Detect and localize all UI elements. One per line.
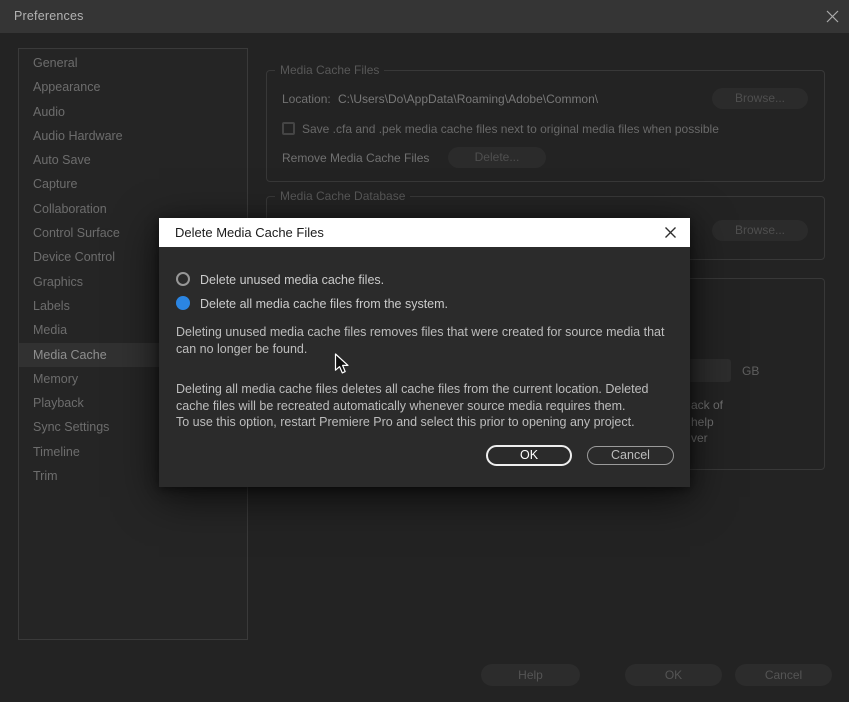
paragraph-line: cache files will be recreated automatica… — [176, 398, 648, 415]
sidebar-item-capture[interactable]: Capture — [19, 172, 247, 196]
delete-button[interactable]: Delete... — [448, 147, 546, 168]
paragraph-line: can no longer be found. — [176, 341, 664, 358]
dialog-paragraph-unused: Deleting unused media cache files remove… — [176, 324, 664, 357]
sidebar-item-appearance[interactable]: Appearance — [19, 75, 247, 99]
dialog-cancel-button[interactable]: Cancel — [587, 446, 674, 465]
dialog-title: Delete Media Cache Files — [175, 225, 324, 240]
sidebar-item-audio[interactable]: Audio — [19, 100, 247, 124]
window-close-icon[interactable] — [826, 10, 839, 23]
paragraph-line: Deleting all media cache files deletes a… — [176, 381, 648, 398]
dialog-titlebar: Delete Media Cache Files — [159, 218, 690, 247]
help-button[interactable]: Help — [481, 664, 580, 686]
radio-delete-all[interactable] — [176, 296, 190, 310]
radio-delete-unused-label: Delete unused media cache files. — [200, 273, 384, 287]
gb-label: GB — [742, 364, 759, 378]
radio-delete-unused[interactable] — [176, 272, 190, 286]
media-cache-database-legend: Media Cache Database — [275, 189, 410, 203]
preferences-ok-button[interactable]: OK — [625, 664, 722, 686]
media-cache-files-legend: Media Cache Files — [275, 63, 384, 77]
sidebar-item-audio-hardware[interactable]: Audio Hardware — [19, 124, 247, 148]
dialog-ok-button[interactable]: OK — [486, 445, 572, 466]
database-browse-button[interactable]: Browse... — [712, 220, 808, 241]
preferences-cancel-button[interactable]: Cancel — [735, 664, 832, 686]
location-browse-button[interactable]: Browse... — [712, 88, 808, 109]
media-cache-files-panel: Media Cache Files Location: C:\Users\Do\… — [266, 70, 825, 182]
remove-media-cache-label: Remove Media Cache Files — [282, 151, 429, 165]
sidebar-item-auto-save[interactable]: Auto Save — [19, 148, 247, 172]
sidebar-item-general[interactable]: General — [19, 51, 247, 75]
save-cfa-pek-checkbox[interactable] — [282, 122, 295, 135]
dialog-paragraph-all: Deleting all media cache files deletes a… — [176, 381, 648, 431]
delete-media-cache-dialog: Delete Media Cache Files Delete unused m… — [159, 218, 690, 487]
paragraph-line: Deleting unused media cache files remove… — [176, 324, 664, 341]
location-path: C:\Users\Do\AppData\Roaming\Adobe\Common… — [338, 92, 598, 106]
dialog-close-icon[interactable] — [664, 226, 677, 239]
window-titlebar: Preferences — [0, 0, 849, 33]
preferences-window: Preferences General Appearance Audio Aud… — [0, 0, 849, 702]
save-cfa-pek-label: Save .cfa and .pek media cache files nex… — [302, 122, 719, 136]
hidden-text-fragment: help — [691, 415, 714, 429]
window-title: Preferences — [14, 9, 84, 23]
location-label: Location: — [282, 92, 331, 106]
paragraph-line: To use this option, restart Premiere Pro… — [176, 414, 648, 431]
hidden-text-fragment: ver — [691, 431, 708, 445]
mouse-cursor-icon — [334, 353, 350, 375]
hidden-text-fragment: ack of — [691, 398, 723, 412]
radio-delete-all-label: Delete all media cache files from the sy… — [200, 297, 448, 311]
